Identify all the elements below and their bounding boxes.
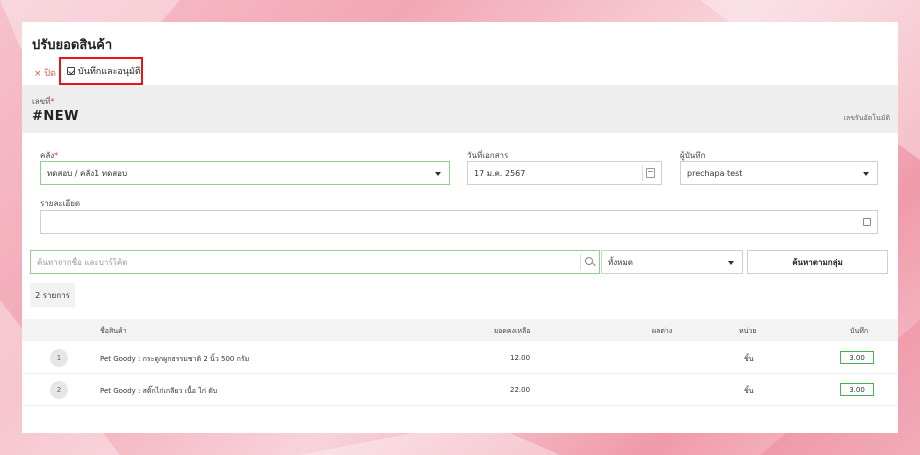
col-diff: ผลต่าง	[652, 327, 673, 335]
row-product-name: Pet Goody : กระดูกผูกธรรมชาติ 2 นิ้ว 500…	[100, 355, 250, 363]
detail-field[interactable]	[40, 210, 878, 234]
warehouse-select[interactable]: ทดสอบ / คลัง1 ทดสอบ	[40, 161, 450, 185]
doc-date-value: 17 ม.ค. 2567	[474, 168, 526, 178]
adjust-stock-card: ปรับยอดสินค้า × ปิด บันทึกและอนุมัติ เลข…	[22, 22, 898, 433]
search-icon[interactable]	[585, 257, 593, 265]
col-record: บันทึก	[850, 327, 869, 335]
record-qty-input[interactable]: 3.00	[840, 351, 874, 364]
check-square-icon	[67, 67, 75, 75]
table-header: ชื่อสินค้า ยอดคงเหลือ ผลต่าง หน่วย บันทึ…	[22, 319, 898, 341]
warehouse-value: ทดสอบ / คลัง1 ทดสอบ	[47, 168, 128, 178]
calendar-icon[interactable]	[646, 168, 655, 178]
chevron-down-icon	[863, 172, 869, 176]
document-header: เลขที่* #NEW เลขรันอัตโนมัติ	[22, 85, 898, 133]
search-placeholder: ค้นหาจากชื่อ และบาร์โค้ด	[37, 257, 128, 267]
close-button[interactable]: × ปิด	[34, 66, 56, 80]
table-row: 2 Pet Goody : สติ๊กไก่เกลียว เนื้อ ไก่ ต…	[22, 374, 898, 406]
row-balance: 22.00	[510, 386, 531, 394]
field-divider	[642, 165, 643, 181]
record-qty-input[interactable]: 3.00	[840, 383, 874, 396]
col-balance: ยอดคงเหลือ	[494, 327, 531, 335]
doc-number-label: เลขที่*	[32, 97, 55, 106]
table-row: 1 Pet Goody : กระดูกผูกธรรมชาติ 2 นิ้ว 5…	[22, 342, 898, 374]
page-title: ปรับยอดสินค้า	[32, 38, 113, 53]
col-unit: หน่วย	[739, 327, 757, 335]
note-icon[interactable]	[863, 218, 871, 226]
chevron-down-icon	[435, 172, 441, 176]
item-count-badge: 2 รายการ	[30, 283, 75, 307]
row-product-name: Pet Goody : สติ๊กไก่เกลียว เนื้อ ไก่ ตับ	[100, 387, 218, 395]
recorder-value: prechapa test	[687, 168, 743, 178]
product-search-input[interactable]: ค้นหาจากชื่อ และบาร์โค้ด	[30, 250, 600, 274]
save-approve-highlight: บันทึกและอนุมัติ	[59, 57, 143, 85]
detail-label: รายละเอียด	[40, 199, 81, 208]
recorder-select[interactable]: prechapa test	[680, 161, 878, 185]
row-index: 2	[50, 381, 68, 399]
row-index: 1	[50, 349, 68, 367]
filter-select[interactable]: ทั้งหมด	[601, 250, 743, 274]
field-divider	[580, 254, 581, 270]
save-approve-label: บันทึกและอนุมัติ	[78, 67, 141, 77]
row-balance: 12.00	[510, 354, 531, 362]
save-approve-button[interactable]: บันทึกและอนุมัติ	[67, 64, 141, 78]
search-by-group-button[interactable]: ค้นหาตามกลุ่ม	[747, 250, 888, 274]
filter-value: ทั้งหมด	[608, 257, 633, 267]
chevron-down-icon	[728, 261, 734, 265]
doc-date-field[interactable]: 17 ม.ค. 2567	[467, 161, 662, 185]
row-unit: ชิ้น	[744, 355, 754, 363]
row-unit: ชิ้น	[744, 387, 754, 395]
doc-number: #NEW	[32, 109, 79, 124]
doc-number-hint: เลขรันอัตโนมัติ	[843, 114, 890, 122]
col-name: ชื่อสินค้า	[100, 327, 127, 335]
